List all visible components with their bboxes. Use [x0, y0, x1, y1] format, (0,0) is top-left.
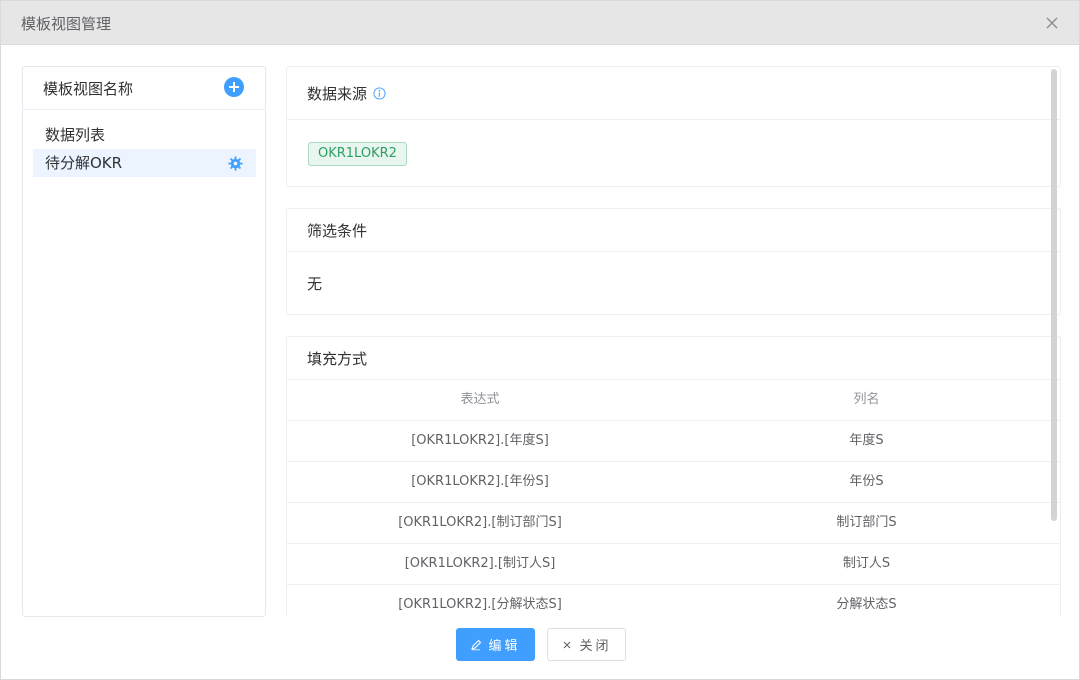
pencil-icon [470, 639, 482, 651]
table-row: [OKR1LOKR2].[分解状态S] 分解状态S [287, 585, 1060, 617]
table-row: [OKR1LOKR2].[制订人S] 制订人S [287, 544, 1060, 585]
content-scrollbar[interactable] [1051, 69, 1057, 521]
fill-method-title: 填充方式 [307, 350, 368, 368]
table-header-row: 表达式 列名 [287, 380, 1060, 421]
expression-cell: [OKR1LOKR2].[分解状态S] [398, 597, 562, 612]
data-source-card: 数据来源 OKR1LOKR2 [286, 66, 1061, 187]
data-source-header: 数据来源 [287, 67, 1060, 120]
edit-button[interactable]: 编辑 [456, 628, 535, 661]
column-name-cell: 制订部门S [836, 515, 897, 530]
column-name-cell: 年份S [849, 474, 884, 489]
column-header-column-name: 列名 [853, 392, 880, 407]
data-source-tag: OKR1LOKR2 [308, 142, 407, 166]
fill-method-header: 填充方式 [287, 337, 1060, 380]
filter-title: 筛选条件 [307, 222, 368, 240]
table-row: [OKR1LOKR2].[年份S] 年份S [287, 462, 1060, 503]
info-icon[interactable] [373, 87, 386, 100]
expression-cell: [OKR1LOKR2].[制订人S] [404, 556, 556, 571]
view-item-label: 待分解OKR [45, 154, 123, 172]
filter-card: 筛选条件 无 [286, 208, 1061, 315]
column-name-cell: 制订人S [842, 556, 891, 571]
table-row: [OKR1LOKR2].[年度S] 年度S [287, 421, 1060, 462]
table-row: [OKR1LOKR2].[制订部门S] 制订部门S [287, 503, 1060, 544]
dialog-header: 模板视图管理 [1, 1, 1079, 45]
view-detail-area: 数据来源 OKR1LOKR2 筛选条件 无 填充方式 表达式 列名 [OKR1L… [286, 66, 1061, 617]
data-source-label: 数据来源 [307, 85, 368, 103]
fill-method-table: 表达式 列名 [OKR1LOKR2].[年度S] 年度S [OKR1LOKR2]… [287, 380, 1060, 617]
close-icon [1046, 17, 1058, 29]
gear-icon [228, 156, 243, 171]
filter-value: 无 [307, 275, 323, 293]
filter-header: 筛选条件 [287, 209, 1060, 252]
fill-method-card: 填充方式 表达式 列名 [OKR1LOKR2].[年度S] 年度S [OKR1L… [286, 336, 1061, 617]
close-button[interactable]: 关闭 [547, 628, 626, 661]
column-name-cell: 分解状态S [836, 597, 897, 612]
dialog-title: 模板视图管理 [21, 15, 112, 33]
add-view-button[interactable] [224, 77, 244, 97]
view-item-pending-okr[interactable]: 待分解OKR [33, 149, 256, 177]
template-view-dialog: 模板视图管理 模板视图名称 数据列表 待分解OKR 数据来源 OKR1LOKR2… [0, 0, 1080, 680]
expression-cell: [OKR1LOKR2].[制订部门S] [398, 515, 562, 530]
data-source-title: 数据来源 [307, 83, 386, 104]
column-name-cell: 年度S [849, 433, 884, 448]
list-panel-title: 模板视图名称 [43, 80, 134, 98]
column-header-expression: 表达式 [460, 392, 500, 407]
dialog-close-button[interactable] [1043, 14, 1061, 32]
view-item-label: 数据列表 [45, 126, 106, 144]
edit-button-label: 编辑 [488, 639, 521, 654]
view-settings-button[interactable] [228, 156, 243, 171]
expression-cell: [OKR1LOKR2].[年度S] [411, 433, 549, 448]
list-panel-header: 模板视图名称 [23, 67, 265, 110]
view-item-data-list[interactable]: 数据列表 [33, 121, 256, 149]
expression-cell: [OKR1LOKR2].[年份S] [411, 474, 549, 489]
close-icon [561, 639, 573, 651]
close-button-label: 关闭 [579, 639, 612, 654]
template-view-list-panel: 模板视图名称 数据列表 待分解OKR [22, 66, 266, 617]
